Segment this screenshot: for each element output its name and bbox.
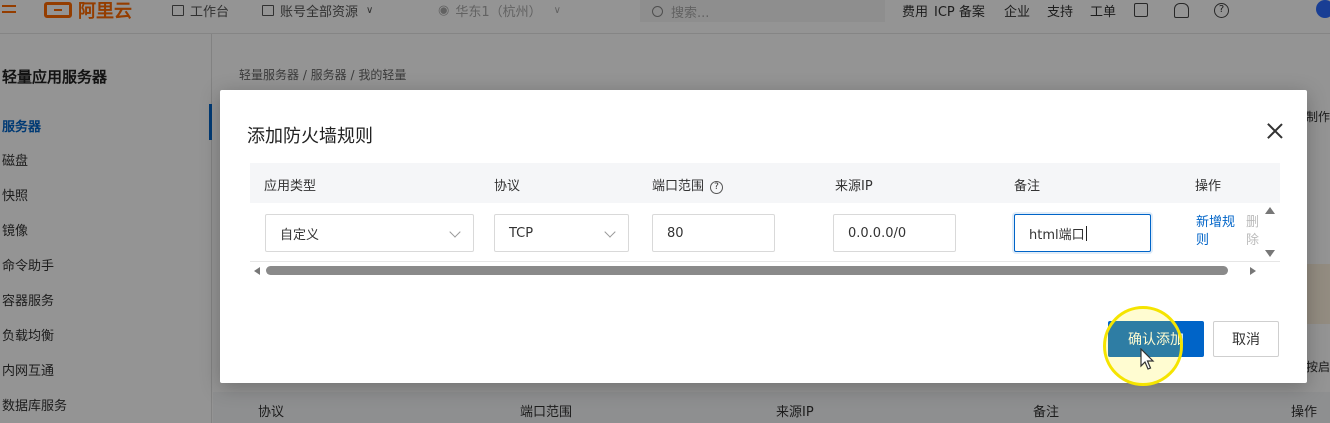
col-protocol: 协议 <box>494 179 521 194</box>
horizontal-scrollbar[interactable] <box>250 266 1280 276</box>
col-app-type: 应用类型 <box>264 179 317 194</box>
scroll-left-arrow-icon[interactable] <box>254 267 260 275</box>
col-port-range: 端口范围? <box>652 175 724 194</box>
source-ip-input[interactable]: 0.0.0.0/0 <box>833 214 956 252</box>
protocol-select[interactable]: TCP <box>494 214 629 252</box>
click-highlight <box>1103 306 1183 386</box>
scrollbar-thumb[interactable] <box>266 266 1228 275</box>
col-port-range-label: 端口范围 <box>652 179 705 194</box>
app-type-value: 自定义 <box>280 227 320 243</box>
col-source-ip: 来源IP <box>835 179 873 194</box>
protocol-value: TCP <box>509 225 534 241</box>
dialog-title: 添加防火墙规则 <box>247 126 373 147</box>
scroll-up-arrow-icon[interactable] <box>1265 207 1275 214</box>
row-divider <box>250 261 1280 262</box>
scroll-down-arrow-icon[interactable] <box>1265 250 1275 257</box>
help-icon[interactable]: ? <box>710 181 724 194</box>
cancel-button[interactable]: 取消 <box>1213 321 1279 357</box>
text-caret <box>1085 225 1087 241</box>
col-remark: 备注 <box>1014 179 1041 194</box>
port-range-value: 80 <box>667 225 684 241</box>
delete-rule-link[interactable]: 删除 <box>1246 214 1262 250</box>
close-icon[interactable] <box>1264 120 1286 142</box>
add-rule-link[interactable]: 新增规则 <box>1196 214 1236 250</box>
chevron-down-icon <box>604 226 616 238</box>
source-ip-value: 0.0.0.0/0 <box>848 225 907 241</box>
app-type-select[interactable]: 自定义 <box>265 214 474 252</box>
chevron-down-icon <box>449 226 461 238</box>
remark-value: html端口 <box>1029 227 1085 243</box>
mouse-cursor-icon <box>1140 348 1155 370</box>
scroll-right-arrow-icon[interactable] <box>1250 267 1256 275</box>
rule-table-header <box>250 163 1280 203</box>
remark-input[interactable]: html端口 <box>1014 214 1151 252</box>
col-action: 操作 <box>1195 179 1222 194</box>
port-range-input[interactable]: 80 <box>652 214 775 252</box>
